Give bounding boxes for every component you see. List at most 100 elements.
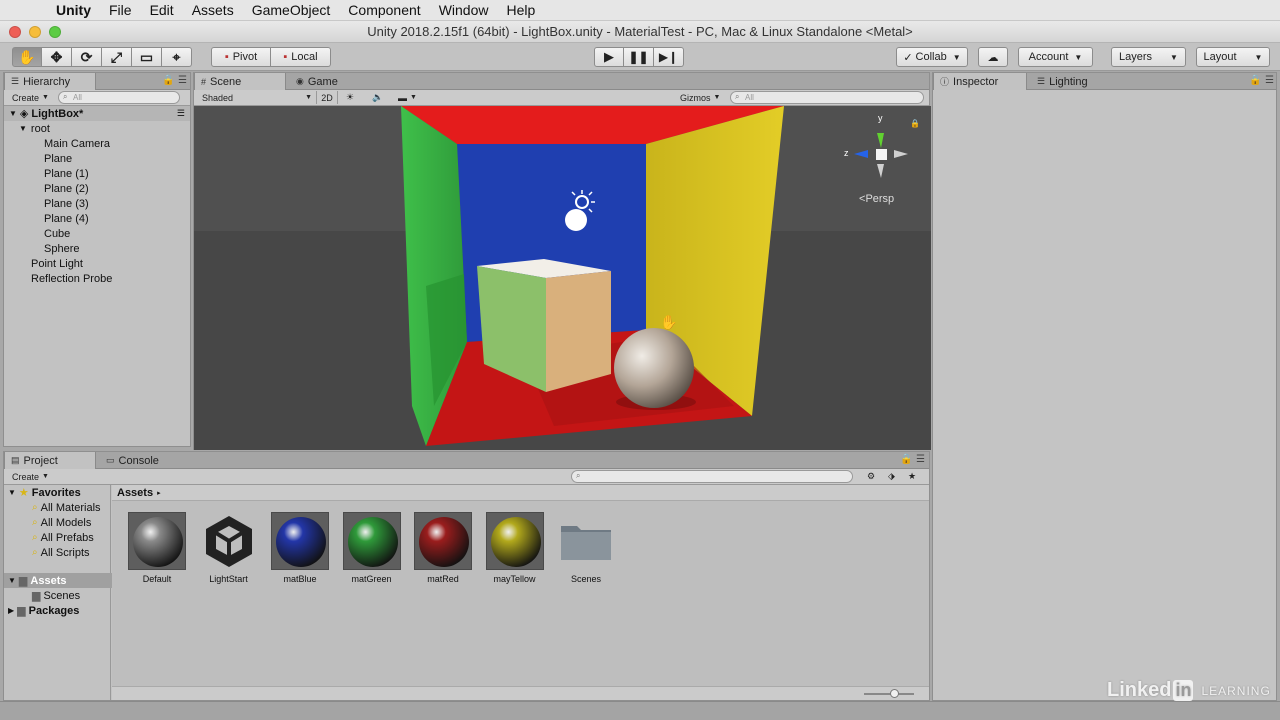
close-window-button[interactable] bbox=[9, 26, 21, 38]
effects-dropdown[interactable]: ▬ ▼ bbox=[398, 91, 417, 104]
move-tool-button[interactable]: ✥ bbox=[42, 47, 72, 67]
scene-root-row[interactable]: ▼ ◈ LightBox* ☰ bbox=[4, 106, 190, 121]
hierarchy-item[interactable]: Plane (1) bbox=[4, 166, 190, 181]
layout-dropdown[interactable]: Layout ▼ bbox=[1196, 47, 1270, 67]
rotate-tool-button[interactable]: ⟳ bbox=[72, 47, 102, 67]
pivot-toggle[interactable]: ▪ Pivot bbox=[211, 47, 271, 67]
project-panel: ▤ Project ▭ Console 🔒 ☰ Create ▼ ⌕ ⚙ ⬗ ★ ▼ … bbox=[3, 451, 930, 701]
shading-mode-dropdown[interactable]: Shaded ▼ bbox=[202, 91, 312, 104]
favorite-item[interactable]: ⌕ All Scripts bbox=[4, 545, 112, 560]
collab-dropdown[interactable]: ✓ Collab ▼ bbox=[896, 47, 968, 67]
panel-menu-icon[interactable]: ☰ bbox=[916, 454, 925, 465]
audio-toggle[interactable]: 🔈 bbox=[372, 91, 383, 104]
folder-icon bbox=[557, 512, 615, 570]
icon-size-slider[interactable] bbox=[864, 693, 914, 695]
tree-assets[interactable]: ▼ ▆ Assets bbox=[4, 573, 112, 588]
favorite-label: All Scripts bbox=[40, 546, 90, 559]
asset-item[interactable]: LightStart bbox=[194, 512, 264, 584]
hierarchy-item[interactable]: Cube bbox=[4, 226, 190, 241]
lock-icon[interactable]: 🔒 bbox=[1249, 75, 1261, 86]
tree-scenes[interactable]: ▆ Scenes bbox=[4, 588, 112, 603]
pivot-icon: ▪ bbox=[224, 51, 229, 63]
hierarchy-create-dropdown[interactable]: Create ▼ bbox=[12, 91, 49, 104]
account-dropdown[interactable]: Account ▼ bbox=[1018, 47, 1093, 67]
pause-button[interactable]: ❚❚ bbox=[624, 47, 654, 67]
tab-game[interactable]: ◉ Game bbox=[290, 73, 382, 90]
hierarchy-item[interactable]: Plane bbox=[4, 151, 190, 166]
menu-assets[interactable]: Assets bbox=[192, 2, 234, 18]
panel-menu-icon[interactable]: ☰ bbox=[178, 75, 187, 86]
lock-icon[interactable]: 🔒 bbox=[900, 454, 912, 465]
expand-arrow-icon[interactable]: ▼ bbox=[19, 124, 27, 133]
persp-toggle[interactable]: <Persp bbox=[859, 193, 894, 205]
hierarchy-item[interactable]: Plane (3) bbox=[4, 196, 190, 211]
menu-edit[interactable]: Edit bbox=[150, 2, 174, 18]
asset-item[interactable]: matBlue bbox=[265, 512, 335, 584]
asset-item[interactable]: matGreen bbox=[337, 512, 407, 584]
asset-item[interactable]: matRed bbox=[408, 512, 478, 584]
step-button[interactable]: ▶❙ bbox=[654, 47, 684, 67]
2d-toggle[interactable]: 2D bbox=[316, 91, 338, 104]
status-bar bbox=[0, 701, 1280, 720]
menu-file[interactable]: File bbox=[109, 2, 132, 18]
axis-y-label: y bbox=[878, 113, 883, 123]
menu-help[interactable]: Help bbox=[506, 2, 535, 18]
asset-item[interactable]: Scenes bbox=[551, 512, 621, 584]
menu-component[interactable]: Component bbox=[348, 2, 420, 18]
play-button[interactable]: ▶ bbox=[594, 47, 624, 67]
slider-handle[interactable] bbox=[890, 689, 899, 698]
hierarchy-item[interactable]: ▼ root bbox=[4, 121, 190, 136]
tree-favorites[interactable]: ▼ ★ Favorites bbox=[4, 485, 112, 500]
project-tree: ▼ ★ Favorites ⌕ All Materials ⌕ All Models ⌕… bbox=[4, 485, 112, 700]
favorite-item[interactable]: ⌕ All Prefabs bbox=[4, 530, 112, 545]
hierarchy-item[interactable]: Plane (2) bbox=[4, 181, 190, 196]
project-create-dropdown[interactable]: Create ▼ bbox=[12, 470, 49, 483]
saved-search-icon: ⌕ bbox=[32, 517, 38, 528]
hand-tool-button[interactable]: ✋ bbox=[12, 47, 42, 67]
gizmos-dropdown[interactable]: Gizmos ▼ bbox=[680, 91, 720, 104]
tab-scene[interactable]: # Scene bbox=[194, 73, 286, 90]
hierarchy-item[interactable]: Point Light bbox=[4, 256, 190, 271]
hierarchy-item[interactable]: Plane (4) bbox=[4, 211, 190, 226]
tree-packages[interactable]: ▶ ▆ Packages bbox=[4, 603, 112, 618]
persp-label: Persp bbox=[865, 193, 895, 205]
asset-item[interactable]: Default bbox=[122, 512, 192, 584]
rect-icon: ▭ bbox=[139, 48, 154, 65]
asset-label: LightStart bbox=[209, 574, 248, 584]
gizmo-lock-icon: 🔒 bbox=[910, 119, 920, 128]
hierarchy-search-input[interactable]: ⌕ All bbox=[58, 91, 180, 104]
favorite-item[interactable]: ⌕ All Materials bbox=[4, 500, 112, 515]
favorite-item[interactable]: ⌕ All Models bbox=[4, 515, 112, 530]
asset-item[interactable]: mayTellow bbox=[480, 512, 550, 584]
scale-tool-button[interactable]: ⤢ bbox=[102, 47, 132, 67]
tab-project[interactable]: ▤ Project bbox=[4, 452, 96, 469]
scene-menu-icon[interactable]: ☰ bbox=[177, 108, 185, 119]
asset-label: Default bbox=[142, 574, 172, 584]
tab-hierarchy[interactable]: ☰ Hierarchy bbox=[4, 73, 96, 90]
menu-gameobject[interactable]: GameObject bbox=[252, 2, 331, 18]
axis-z-label: z bbox=[844, 148, 849, 158]
tab-lighting[interactable]: ☰ Lighting bbox=[1031, 73, 1125, 90]
minimize-window-button[interactable] bbox=[29, 26, 41, 38]
scene-viewport[interactable]: ✋ 🔒 y z <Persp bbox=[194, 106, 931, 450]
game-controller-icon: ◉ bbox=[296, 76, 304, 86]
transform-tool-button[interactable]: ⌖ bbox=[162, 47, 192, 67]
tab-inspector[interactable]: ⓘ Inspector bbox=[933, 73, 1027, 90]
lighting-toggle[interactable]: ☀ bbox=[346, 91, 354, 104]
transform-icon: ⌖ bbox=[172, 48, 181, 65]
lock-icon[interactable]: 🔒 bbox=[162, 75, 174, 86]
local-toggle[interactable]: ▪ Local bbox=[271, 47, 331, 67]
rect-tool-button[interactable]: ▭ bbox=[132, 47, 162, 67]
menu-unity[interactable]: Unity bbox=[56, 2, 91, 18]
hierarchy-item[interactable]: Reflection Probe bbox=[4, 271, 190, 286]
panel-menu-icon[interactable]: ☰ bbox=[1265, 75, 1274, 86]
menu-window[interactable]: Window bbox=[439, 2, 489, 18]
scene-search-input[interactable]: ⌕ All bbox=[730, 91, 924, 104]
zoom-window-button[interactable] bbox=[49, 26, 61, 38]
hierarchy-item[interactable]: Main Camera bbox=[4, 136, 190, 151]
layers-dropdown[interactable]: Layers ▼ bbox=[1111, 47, 1186, 67]
cloud-button[interactable]: ☁ bbox=[978, 47, 1008, 67]
console-icon: ▭ bbox=[106, 455, 115, 465]
hierarchy-item[interactable]: Sphere bbox=[4, 241, 190, 256]
game-tab-label: Game bbox=[307, 75, 338, 88]
